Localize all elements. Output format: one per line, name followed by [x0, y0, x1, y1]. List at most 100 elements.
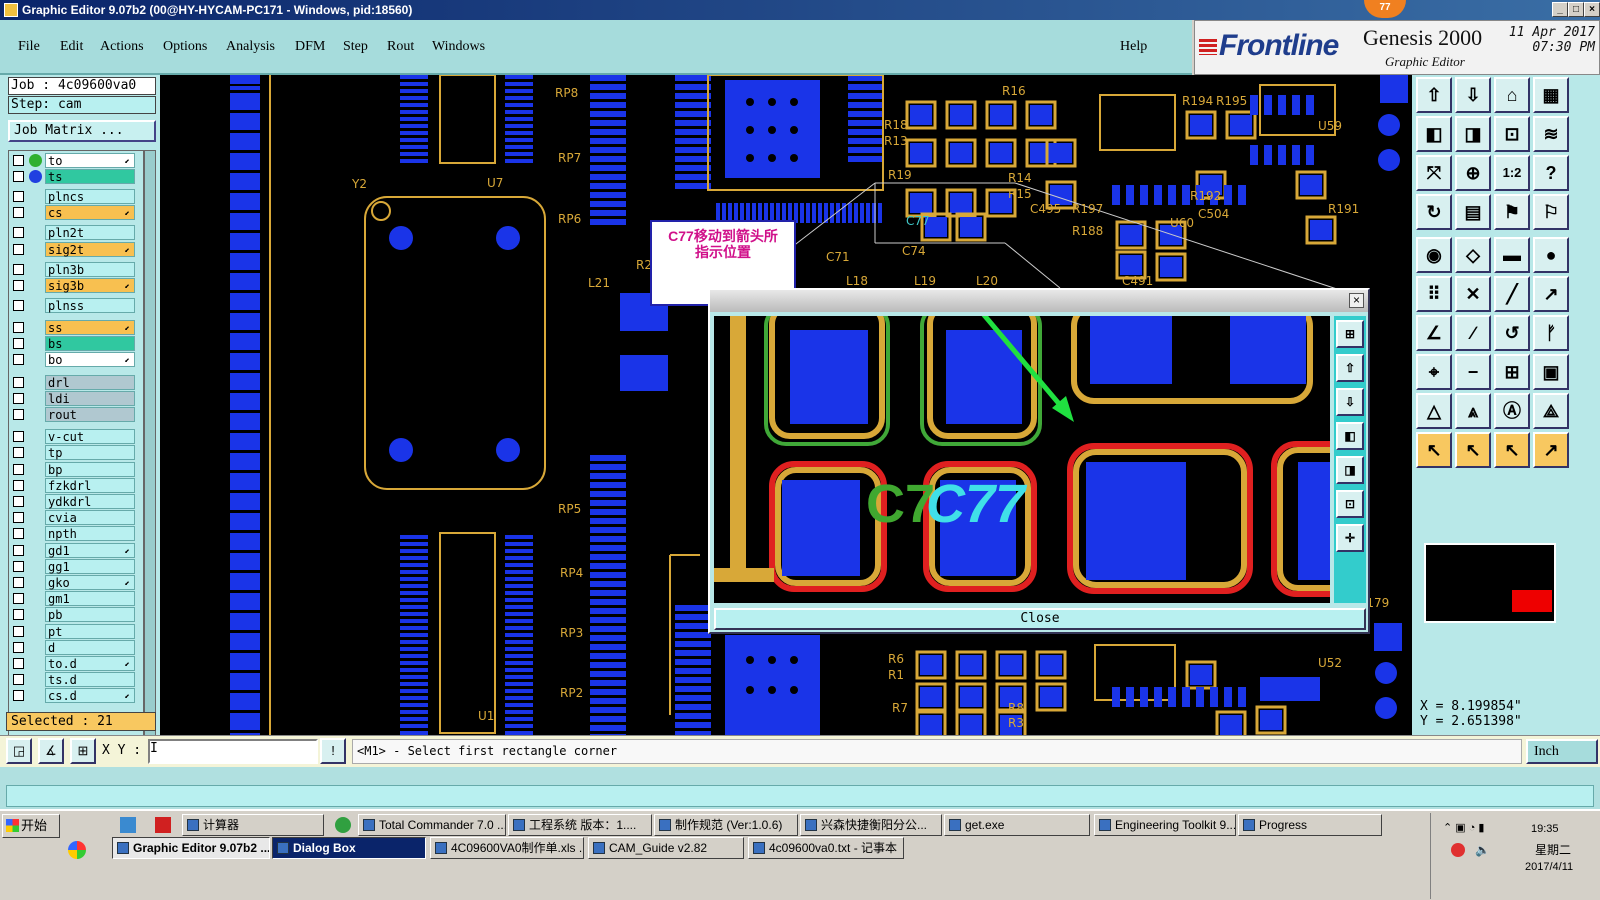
- task-get-exe[interactable]: get.exe: [944, 814, 1090, 836]
- dialog-zoom-in-icon[interactable]: ⊞: [1336, 320, 1364, 348]
- layer-row-gm1[interactable]: gm1: [9, 591, 145, 607]
- task-notepad[interactable]: 4c09600va0.txt - 记事本: [748, 837, 904, 859]
- task-total-commander[interactable]: Total Commander 7.0 ...: [358, 814, 506, 836]
- menu-windows[interactable]: Windows: [432, 39, 485, 55]
- polygon-icon[interactable]: ◇: [1455, 237, 1491, 273]
- layer-name[interactable]: sig2t ⬋: [45, 241, 135, 257]
- pointer-icon[interactable]: ↖: [1416, 432, 1452, 468]
- dialog-center-icon[interactable]: ✛: [1336, 524, 1364, 552]
- triangle2-icon[interactable]: ⩓: [1455, 393, 1491, 429]
- arc-icon[interactable]: ↺: [1494, 315, 1530, 351]
- ruler-icon[interactable]: ▬: [1494, 237, 1530, 273]
- layer-checkbox[interactable]: [13, 496, 24, 507]
- layer-checkbox[interactable]: [13, 207, 24, 219]
- layer-name[interactable]: cs ⬋: [45, 205, 135, 221]
- layer-checkbox[interactable]: [13, 625, 24, 637]
- layer-checkbox[interactable]: [13, 512, 24, 524]
- menu-step[interactable]: Step: [343, 39, 368, 55]
- grid-snap-icon[interactable]: ⊞: [70, 738, 96, 764]
- dialog-close-button[interactable]: Close: [714, 608, 1366, 630]
- layer-name[interactable]: drl: [45, 374, 135, 390]
- task-spec[interactable]: 制作规范 (Ver:1.0.6): [654, 814, 798, 836]
- fit-icon[interactable]: ⊡: [1494, 116, 1530, 152]
- menu-actions[interactable]: Actions: [100, 39, 144, 55]
- maximize-button[interactable]: □: [1568, 2, 1584, 17]
- menu-rout[interactable]: Rout: [387, 39, 414, 55]
- dialog-close-x[interactable]: ×: [1349, 293, 1364, 308]
- browser-icon[interactable]: [335, 817, 351, 833]
- layer-checkbox[interactable]: [13, 299, 24, 311]
- layer-checkbox[interactable]: [13, 690, 24, 702]
- layer-name[interactable]: cvia: [45, 510, 135, 526]
- layer-checkbox[interactable]: [13, 322, 24, 333]
- layer-row-d[interactable]: d: [9, 639, 145, 655]
- layer-row-pb[interactable]: pb: [9, 607, 145, 623]
- layer-checkbox[interactable]: [13, 409, 24, 420]
- layer-checkbox[interactable]: [13, 479, 24, 491]
- layer-row-ydkdrl[interactable]: ydkdrl: [9, 494, 145, 509]
- layer-name[interactable]: pb: [45, 607, 135, 623]
- minus-icon[interactable]: −: [1455, 354, 1491, 390]
- layer-name[interactable]: ss ⬋: [45, 320, 135, 335]
- layer-row-gg1[interactable]: gg1: [9, 558, 145, 574]
- menu-options[interactable]: Options: [163, 39, 207, 55]
- layer-color-dot[interactable]: [29, 170, 42, 184]
- pointer3-icon[interactable]: ↖: [1494, 432, 1530, 468]
- layer-row-sig3b[interactable]: sig3b ⬋: [9, 277, 145, 293]
- layer-row-fzkdrl[interactable]: fzkdrl: [9, 477, 145, 493]
- menu-dfm[interactable]: DFM: [295, 39, 325, 55]
- start-button[interactable]: 开始: [2, 814, 60, 838]
- layer-down-icon[interactable]: ⇩: [1455, 77, 1491, 113]
- task-cam-guide[interactable]: CAM_Guide v2.82: [588, 837, 744, 859]
- layer-row-pt[interactable]: pt: [9, 623, 145, 639]
- layer-row-rout[interactable]: rout: [9, 407, 145, 422]
- dialog-titlebar[interactable]: ×: [710, 290, 1368, 312]
- triangle3-icon[interactable]: Ⓐ: [1494, 393, 1530, 429]
- layer-color-dot[interactable]: [29, 154, 42, 167]
- layer-checkbox[interactable]: [13, 658, 24, 669]
- menu-file[interactable]: File: [18, 39, 40, 55]
- layer-checkbox[interactable]: [13, 641, 24, 653]
- layer-row-ts.d[interactable]: ts.d: [9, 672, 145, 688]
- snap-icon[interactable]: ◲: [6, 738, 32, 764]
- layer-row-gd1[interactable]: gd1 ⬋: [9, 542, 145, 558]
- dialog-right-icon[interactable]: ◨: [1336, 456, 1364, 484]
- dialog-down-icon[interactable]: ⇩: [1336, 388, 1364, 416]
- layer-name[interactable]: tp: [45, 445, 135, 461]
- move-icon[interactable]: ⊞: [1494, 354, 1530, 390]
- layer-row-cs.d[interactable]: cs.d ⬋: [9, 688, 145, 704]
- layer-name[interactable]: gko ⬋: [45, 575, 135, 590]
- tray-app-icon[interactable]: [1451, 843, 1465, 857]
- layer-name[interactable]: gd1 ⬋: [45, 542, 135, 558]
- layer-name[interactable]: ts: [45, 169, 135, 185]
- rotate-icon[interactable]: ↻: [1416, 194, 1452, 230]
- scale-icon[interactable]: 1:2: [1494, 155, 1530, 191]
- layer-name[interactable]: fzkdrl: [45, 477, 135, 493]
- layer-name[interactable]: gg1: [45, 558, 135, 574]
- layer-row-gko[interactable]: gko ⬋: [9, 575, 145, 590]
- layer-checkbox[interactable]: [13, 544, 24, 556]
- layer-row-pln3b[interactable]: pln3b: [9, 261, 145, 277]
- shapes-icon[interactable]: ▣: [1533, 354, 1569, 390]
- zoom-icon[interactable]: ⊕: [1455, 155, 1491, 191]
- layer-name[interactable]: plnss: [45, 297, 135, 313]
- layer-checkbox[interactable]: [13, 431, 24, 443]
- layer-name[interactable]: v-cut: [45, 429, 135, 445]
- units-selector[interactable]: Inch: [1526, 739, 1598, 764]
- grid-icon[interactable]: ▦: [1533, 77, 1569, 113]
- layer-row-ts[interactable]: ts: [9, 169, 145, 185]
- layer-row-plnss[interactable]: plnss: [9, 297, 145, 313]
- help-icon[interactable]: ?: [1533, 155, 1569, 191]
- layer-name[interactable]: bp: [45, 461, 135, 477]
- layer-checkbox[interactable]: [13, 191, 24, 203]
- xy-input[interactable]: I: [148, 739, 318, 764]
- layer-row-ss[interactable]: ss ⬋: [9, 320, 145, 335]
- tray-icons[interactable]: ⌃ ▣ ◔ ▮: [1443, 821, 1503, 837]
- layer-row-v-cut[interactable]: v-cut: [9, 429, 145, 445]
- layer-row-cvia[interactable]: cvia: [9, 510, 145, 526]
- text-icon[interactable]: ᚠ: [1533, 315, 1569, 351]
- layer-name[interactable]: to ⬋: [45, 153, 135, 168]
- task-dialog-box[interactable]: Dialog Box: [272, 837, 426, 859]
- triangle-icon[interactable]: △: [1416, 393, 1452, 429]
- pointer4-icon[interactable]: ↗: [1533, 432, 1569, 468]
